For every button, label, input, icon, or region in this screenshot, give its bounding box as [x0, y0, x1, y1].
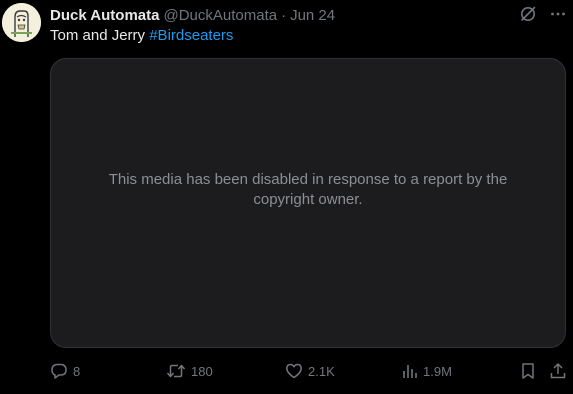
action-bar: 8 180 2.1K 1.9M — [0, 360, 573, 384]
share-icon — [549, 362, 567, 380]
repost-icon — [166, 362, 186, 380]
avatar-image — [2, 3, 41, 42]
reply-icon — [50, 362, 68, 380]
header-icons — [519, 5, 567, 23]
views-count: 1.9M — [423, 363, 452, 379]
display-name[interactable]: Duck Automata — [50, 7, 159, 24]
separator-dot: · — [281, 6, 287, 24]
share-button[interactable] — [549, 362, 567, 380]
views-icon — [402, 362, 418, 380]
tweet-header: Duck Automata @DuckAutomata · Jun 24 — [50, 5, 335, 25]
tweet-body: Tom and Jerry — [50, 27, 146, 44]
more-icon[interactable] — [549, 5, 567, 23]
reply-count: 8 — [73, 363, 81, 379]
like-button[interactable]: 2.1K — [285, 362, 335, 380]
grok-icon[interactable] — [519, 5, 537, 23]
hashtag-link[interactable]: #Birdseaters — [149, 27, 233, 44]
tweet-text: Tom and Jerry #Birdseaters — [50, 26, 233, 46]
bookmark-icon — [520, 362, 536, 380]
repost-count: 180 — [191, 363, 213, 379]
bookmark-button[interactable] — [520, 362, 536, 380]
reply-button[interactable]: 8 — [50, 362, 80, 380]
media-disabled-notice: This media has been disabled in response… — [108, 171, 508, 208]
views-button[interactable]: 1.9M — [402, 362, 452, 380]
tweet-date[interactable]: Jun 24 — [290, 7, 335, 24]
media-disabled-box: This media has been disabled in response… — [50, 58, 566, 348]
avatar[interactable] — [2, 3, 41, 42]
like-count: 2.1K — [308, 363, 335, 379]
like-icon — [285, 362, 303, 380]
repost-button[interactable]: 180 — [166, 362, 213, 380]
user-handle[interactable]: @DuckAutomata — [163, 7, 277, 24]
